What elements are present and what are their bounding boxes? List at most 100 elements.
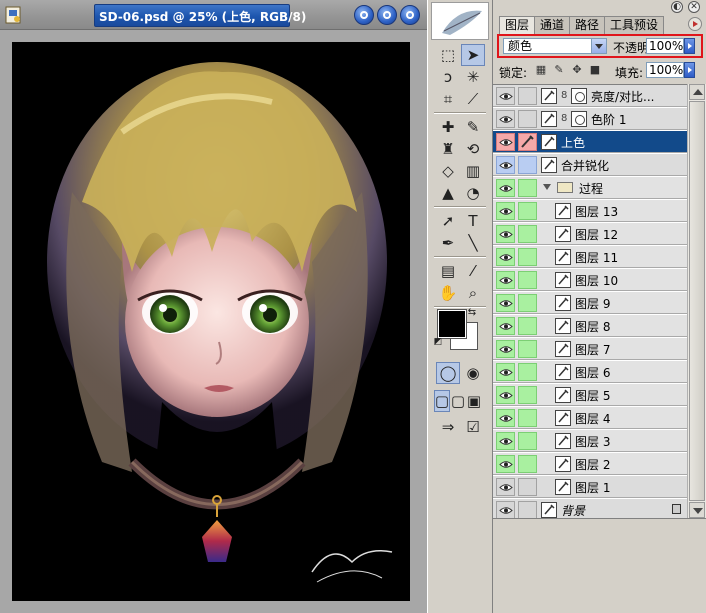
visibility-eye-icon[interactable]: [496, 363, 515, 381]
maximize-button[interactable]: [377, 5, 397, 25]
tab-channels[interactable]: 通道: [534, 16, 571, 34]
opacity-slider-arrow-icon[interactable]: [684, 38, 695, 54]
scroll-thumb[interactable]: [689, 101, 705, 501]
link-slot[interactable]: [518, 225, 537, 243]
panel-title-bar[interactable]: ◐ ✕: [493, 0, 706, 14]
link-slot[interactable]: [518, 363, 537, 381]
panel-menu-button[interactable]: [688, 17, 702, 31]
layer-row[interactable]: 图层 4: [493, 407, 687, 429]
link-slot[interactable]: [518, 110, 537, 128]
link-slot[interactable]: [518, 340, 537, 358]
layer-row[interactable]: 图层 5: [493, 384, 687, 406]
layer-row[interactable]: 图层 3: [493, 430, 687, 452]
type-tool-icon[interactable]: T: [461, 210, 485, 232]
document-title-bar[interactable]: SD-06.psd @ 25% (上色, RGB/8): [0, 0, 427, 30]
layer-row[interactable]: 合并锐化: [493, 154, 687, 176]
crop-tool-icon[interactable]: ⌗: [436, 88, 460, 110]
layers-scrollbar[interactable]: [687, 84, 706, 518]
minimize-button[interactable]: [354, 5, 374, 25]
history-brush-icon[interactable]: ⟲: [461, 138, 485, 160]
visibility-eye-icon[interactable]: [496, 340, 515, 358]
visibility-eye-icon[interactable]: [496, 179, 515, 197]
lasso-tool-icon[interactable]: ↄ: [436, 66, 460, 88]
scroll-up-button[interactable]: [689, 84, 705, 100]
imageready-check-icon[interactable]: ☑: [461, 416, 485, 438]
layer-row[interactable]: 8 色阶 1: [493, 108, 687, 130]
visibility-eye-icon[interactable]: [496, 409, 515, 427]
link-slot[interactable]: [518, 432, 537, 450]
tab-tool-presets[interactable]: 工具预设: [604, 16, 665, 34]
dodge-tool-icon[interactable]: ◔: [461, 182, 485, 204]
visibility-eye-icon[interactable]: [496, 386, 515, 404]
link-slot[interactable]: [518, 179, 537, 197]
tab-layers[interactable]: 图层: [499, 16, 536, 34]
jump-to-imageready-icon[interactable]: ⇒: [436, 416, 460, 438]
fill-slider-arrow-icon[interactable]: [684, 62, 695, 78]
pen-tool-icon[interactable]: ✒: [436, 232, 460, 254]
visibility-eye-icon[interactable]: [496, 271, 515, 289]
visibility-eye-icon[interactable]: [496, 156, 515, 174]
layer-row[interactable]: 过程: [493, 177, 687, 199]
clone-stamp-icon[interactable]: ♜: [436, 138, 460, 160]
visibility-eye-icon[interactable]: [496, 110, 515, 128]
layer-row[interactable]: 图层 9: [493, 292, 687, 314]
link-slot[interactable]: [518, 317, 537, 335]
chevron-down-icon[interactable]: [591, 39, 606, 53]
marquee-tool-icon[interactable]: ⬚: [436, 44, 460, 66]
link-slot[interactable]: [518, 478, 537, 496]
document-tab[interactable]: SD-06.psd @ 25% (上色, RGB/8): [94, 4, 306, 27]
layer-row[interactable]: 上色: [493, 131, 687, 153]
zoom-tool-icon[interactable]: ⌕: [461, 282, 485, 304]
layer-row[interactable]: 图层 2: [493, 453, 687, 475]
group-expand-icon[interactable]: [543, 184, 551, 190]
layer-row[interactable]: 图层 13: [493, 200, 687, 222]
artwork-canvas[interactable]: [12, 42, 410, 601]
blur-tool-icon[interactable]: ▲: [436, 182, 460, 204]
layer-row[interactable]: 图层 10: [493, 269, 687, 291]
notes-tool-icon[interactable]: ▤: [436, 260, 460, 282]
hand-tool-icon[interactable]: ✋: [436, 282, 460, 304]
link-slot[interactable]: [518, 248, 537, 266]
canvas-area[interactable]: [0, 30, 427, 613]
panel-minimize-icon[interactable]: ◐: [671, 1, 683, 13]
visibility-eye-icon[interactable]: [496, 248, 515, 266]
layer-row[interactable]: 图层 12: [493, 223, 687, 245]
swap-colors-icon[interactable]: ⇆: [466, 306, 478, 318]
fill-field[interactable]: 100%: [646, 62, 684, 78]
full-screen-menu-mode-icon[interactable]: ▢: [450, 390, 466, 412]
brush-tool-icon[interactable]: ✎: [461, 116, 485, 138]
visibility-eye-icon[interactable]: [496, 478, 515, 496]
visibility-eye-icon[interactable]: [496, 432, 515, 450]
link-slot[interactable]: [518, 156, 537, 174]
visibility-eye-icon[interactable]: [496, 87, 515, 105]
healing-brush-icon[interactable]: ✚: [436, 116, 460, 138]
link-slot[interactable]: [518, 455, 537, 473]
move-tool-icon[interactable]: ➤: [461, 44, 485, 66]
link-slot[interactable]: [518, 294, 537, 312]
layer-row[interactable]: 图层 1: [493, 476, 687, 498]
lock-position-icon[interactable]: ✥: [571, 64, 583, 76]
gradient-tool-icon[interactable]: ▥: [461, 160, 485, 182]
link-slot[interactable]: [518, 271, 537, 289]
foreground-color-swatch[interactable]: [437, 309, 467, 339]
lock-image-icon[interactable]: ✎: [553, 64, 565, 76]
lock-all-icon[interactable]: ■: [589, 64, 601, 76]
magic-wand-icon[interactable]: ✳: [461, 66, 485, 88]
link-slot[interactable]: [518, 409, 537, 427]
brush-link-icon[interactable]: [518, 133, 537, 151]
layer-row[interactable]: 图层 8: [493, 315, 687, 337]
layer-row[interactable]: 图层 6: [493, 361, 687, 383]
standard-mode-icon[interactable]: ◯: [436, 362, 460, 384]
layer-row[interactable]: 8 亮度/对比...: [493, 85, 687, 107]
standard-screen-mode-icon[interactable]: ▢: [434, 390, 450, 412]
path-selection-icon[interactable]: ➚: [436, 210, 460, 232]
toolbox-header-logo[interactable]: [431, 2, 489, 40]
visibility-eye-icon[interactable]: [496, 202, 515, 220]
opacity-field[interactable]: 100%: [646, 38, 684, 54]
visibility-eye-icon[interactable]: [496, 317, 515, 335]
eraser-tool-icon[interactable]: ◇: [436, 160, 460, 182]
visibility-eye-icon[interactable]: [496, 455, 515, 473]
quick-mask-mode-icon[interactable]: ◉: [461, 362, 485, 384]
eyedropper-icon[interactable]: ⁄: [461, 260, 485, 282]
link-slot[interactable]: [518, 87, 537, 105]
